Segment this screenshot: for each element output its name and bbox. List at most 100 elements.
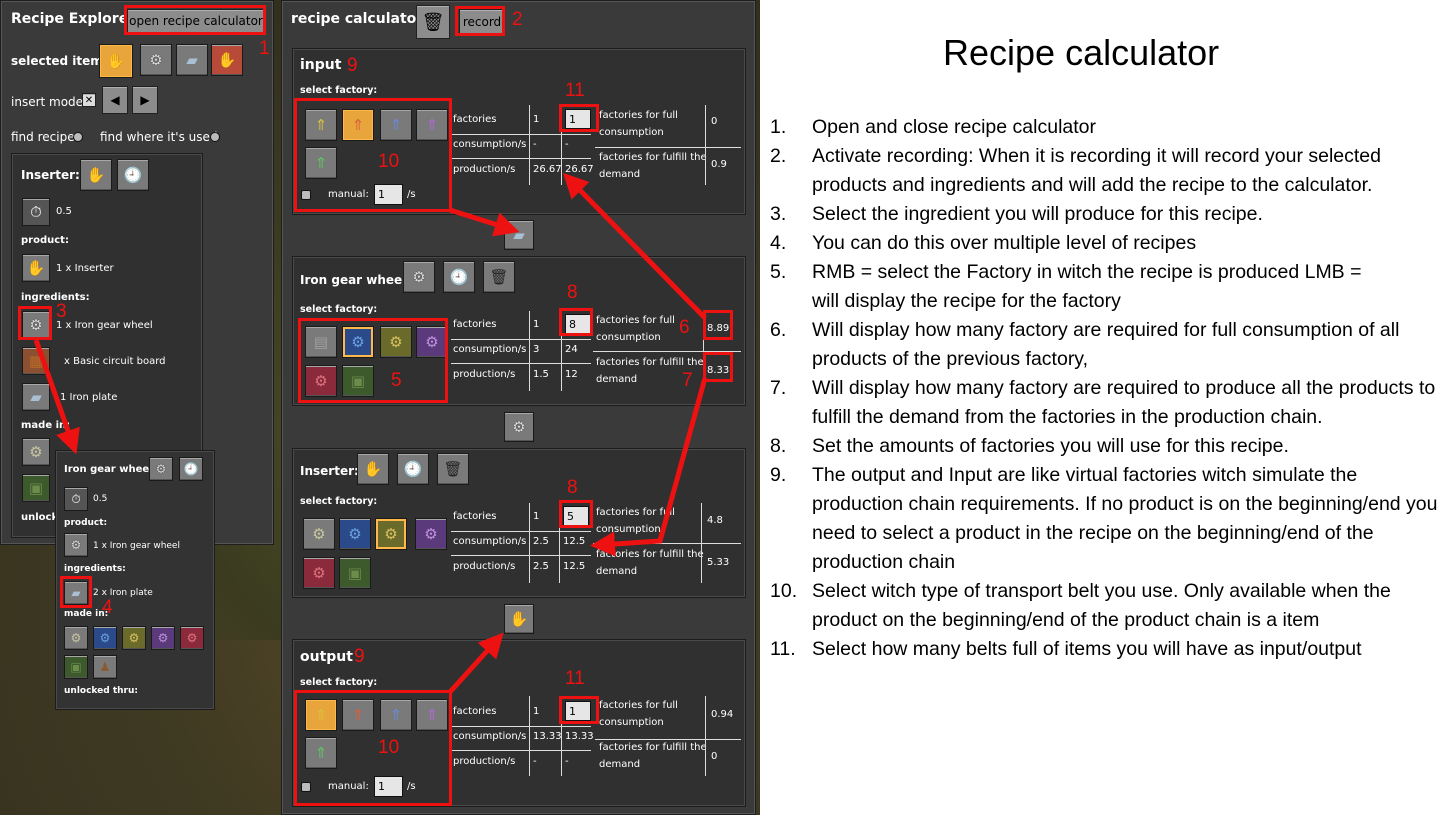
belt-green-icon[interactable]: ⇑ — [305, 737, 337, 769]
sub-product-gear-icon[interactable]: ⚙ — [64, 533, 88, 557]
step-3: 3. Select the ingredient you will produce… — [770, 200, 1450, 229]
manual-input[interactable]: 1 — [374, 776, 403, 797]
divider — [451, 555, 591, 556]
ingredient-3: 1 Iron plate — [60, 392, 118, 403]
step-text: Will display how many factory are requir… — [812, 319, 1400, 370]
green-factory-icon[interactable]: ▣ — [342, 365, 374, 397]
step-number: 10. — [770, 580, 798, 602]
production-v2: 12 — [565, 369, 578, 380]
sub-made-asm1-icon[interactable]: ⚙ — [64, 626, 88, 650]
flow-inserter-icon: ✋ — [504, 604, 534, 634]
belt-purple-icon[interactable]: ⇑ — [416, 109, 448, 141]
sub-made-asm2-icon[interactable]: ⚙ — [93, 626, 117, 650]
factories-input[interactable]: 1 — [565, 701, 591, 721]
factories-input[interactable]: 1 — [565, 109, 591, 129]
record-button[interactable]: record — [459, 9, 505, 35]
belt-purple-icon[interactable]: ⇑ — [416, 699, 448, 731]
sub-made-asm3-icon[interactable]: ⚙ — [122, 626, 146, 650]
manual-input[interactable]: 1 — [374, 184, 403, 205]
gear-trash-icon[interactable]: 🗑 — [483, 261, 515, 293]
step-11: 11. Select how many belts full of items y… — [770, 635, 1450, 664]
inserter-trash-icon[interactable]: 🗑 — [437, 453, 469, 485]
doc-steps: 1. Open and close recipe calculator 2. Act… — [770, 113, 1450, 664]
manual-checkbox[interactable] — [301, 782, 311, 792]
consumption-label: consumption/s — [453, 344, 527, 355]
step-text: Open and close recipe calculator — [812, 116, 1096, 138]
ingredient-gear-icon[interactable]: ⚙ — [22, 311, 50, 339]
factories-value: 1 — [533, 706, 540, 717]
asm2-icon[interactable]: ⚙ — [339, 518, 371, 550]
asm2-icon[interactable]: ⚙ — [342, 326, 374, 358]
consumption-v1: 13.33 — [533, 731, 562, 742]
divider — [561, 105, 562, 185]
history-inserter-icon[interactable]: ✋ — [211, 44, 243, 76]
factories-input[interactable]: 8 — [565, 314, 591, 334]
sub-time: 0.5 — [93, 494, 108, 504]
product-inserter-icon[interactable]: ✋ — [22, 254, 50, 282]
inserter-select-factory: select factory: — [300, 496, 378, 507]
inserter-recipe-icon[interactable]: ✋ — [357, 453, 389, 485]
history-gear-icon[interactable]: ⚙ — [140, 44, 172, 76]
insert-mode-checkbox[interactable]: ✕ — [82, 93, 96, 107]
manual-checkbox[interactable] — [301, 190, 311, 200]
trash-icon[interactable]: 🗑 — [416, 5, 450, 39]
belt-red-icon[interactable]: ⇑ — [342, 109, 374, 141]
gear-add-recipe-icon[interactable]: 🕘 — [443, 261, 475, 293]
sub-made-asm5-icon[interactable]: ⚙ — [180, 626, 204, 650]
asm3-icon[interactable]: ⚙ — [380, 326, 412, 358]
asm5-icon[interactable]: ⚙ — [303, 557, 335, 589]
step-text: Set the amounts of factories you will us… — [812, 435, 1289, 457]
marker-11a: 11 — [565, 80, 585, 101]
furnace-icon[interactable]: ▤ — [305, 326, 337, 358]
step-number: 8. — [770, 435, 787, 457]
asm1-icon[interactable]: ⚙ — [303, 518, 335, 550]
inserter-add-recipe-icon[interactable]: 🕘 — [397, 453, 429, 485]
full-consumption-value: 4.8 — [707, 515, 723, 526]
production-v1: - — [533, 756, 537, 767]
belt-red-icon[interactable]: ⇑ — [342, 699, 374, 731]
history-plate-icon[interactable]: ▰ — [176, 44, 208, 76]
divider — [595, 147, 741, 148]
sub-made-green-icon[interactable]: ▣ — [64, 655, 88, 679]
ingredient-circuit-icon[interactable]: ▦ — [22, 347, 50, 375]
next-arrow-button[interactable]: ▶ — [132, 86, 158, 114]
sub-made-player-icon[interactable]: ♟ — [93, 655, 117, 679]
sub-unlocked-label: unlocked thru: — [64, 686, 138, 696]
asm4-icon[interactable]: ⚙ — [416, 326, 448, 358]
asm4-icon[interactable]: ⚙ — [415, 518, 447, 550]
add-recipe-icon[interactable]: 🕘 — [117, 159, 149, 191]
belt-blue-icon[interactable]: ⇑ — [380, 699, 412, 731]
belt-green-icon[interactable]: ⇑ — [305, 147, 337, 179]
sub-plate-icon[interactable]: ▰ — [64, 581, 88, 605]
green-factory-icon[interactable]: ▣ — [339, 557, 371, 589]
divider — [451, 339, 591, 340]
sub-made-asm4-icon[interactable]: ⚙ — [151, 626, 175, 650]
belt-yellow-icon[interactable]: ⇑ — [305, 109, 337, 141]
belt-yellow-icon[interactable]: ⇑ — [305, 699, 337, 731]
step-1: 1. Open and close recipe calculator — [770, 113, 1450, 142]
open-calculator-button[interactable]: open recipe calculator — [127, 9, 265, 33]
insert-mode-label: insert mode — [11, 95, 84, 109]
asm3-icon[interactable]: ⚙ — [375, 518, 407, 550]
factories-input[interactable]: 5 — [563, 506, 589, 526]
prev-arrow-button[interactable]: ◀ — [102, 86, 128, 114]
sub-gear-icon[interactable]: ⚙ — [149, 457, 173, 481]
find-recipe-radio[interactable] — [73, 132, 83, 142]
flow-plate-icon: ▰ — [504, 220, 534, 250]
asm5-icon[interactable]: ⚙ — [305, 365, 337, 397]
inserter-block: Inserter: ✋ 🕘 🗑 select factory: ⚙ ⚙ ⚙ ⚙ … — [292, 448, 746, 598]
sub-add-recipe-icon[interactable]: 🕘 — [179, 457, 203, 481]
made-in-green-icon[interactable]: ▣ — [22, 474, 50, 502]
marker-11b: 11 — [565, 668, 585, 689]
recipe-inserter-icon[interactable]: ✋ — [80, 159, 112, 191]
selected-inserter-icon[interactable]: ✋ — [99, 44, 133, 78]
step-number: 7. — [770, 377, 787, 399]
find-used-radio[interactable] — [210, 132, 220, 142]
marker-1: 1 — [259, 38, 270, 59]
output-select-factory: select factory: — [300, 677, 378, 688]
ingredient-plate-icon[interactable]: ▰ — [22, 383, 50, 411]
made-in-asm1-icon[interactable]: ⚙ — [22, 438, 50, 466]
belt-blue-icon[interactable]: ⇑ — [380, 109, 412, 141]
divider — [561, 311, 562, 391]
gear-recipe-icon[interactable]: ⚙ — [403, 261, 435, 293]
